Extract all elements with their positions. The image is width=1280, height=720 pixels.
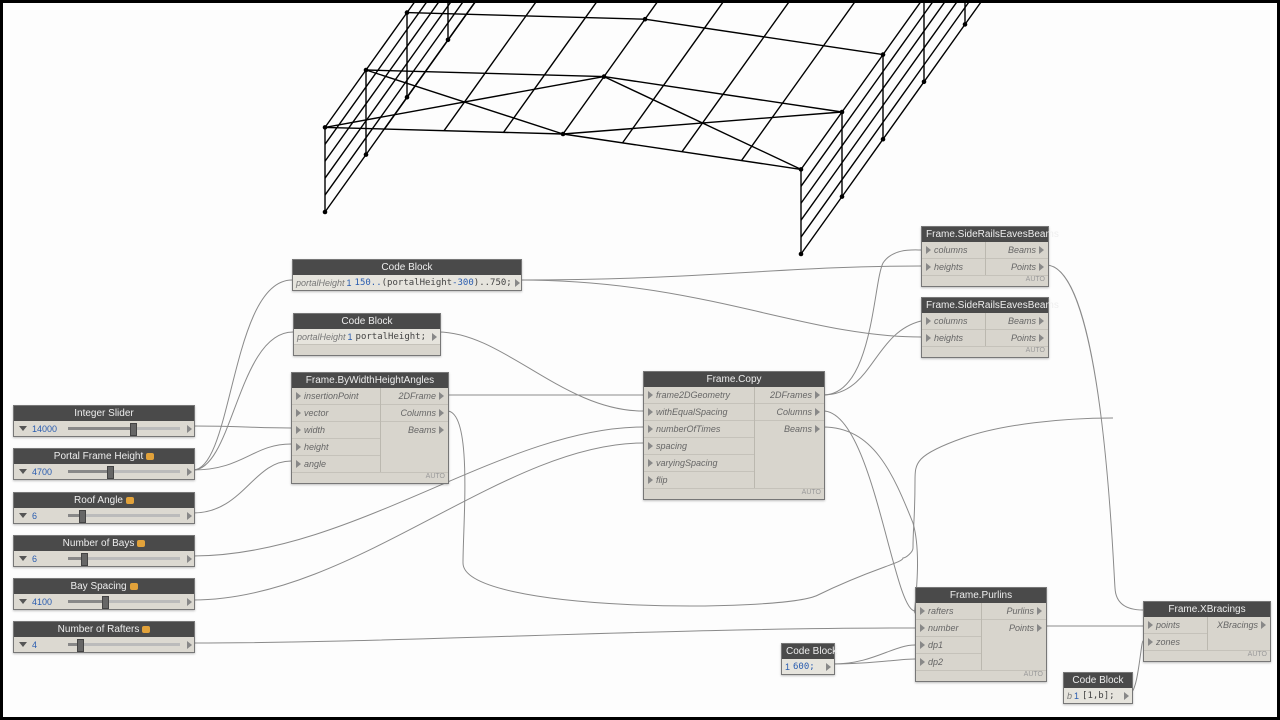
input-port[interactable]: rafters: [916, 603, 981, 619]
output-port[interactable]: Points: [986, 329, 1049, 346]
output-port[interactable]: 2DFrames: [755, 387, 824, 403]
node-frame-by-width-height-angles[interactable]: Frame.ByWidthHeightAngles insertionPoint…: [291, 372, 449, 484]
output-port[interactable]: XBracings: [1208, 617, 1271, 633]
slider-title: Portal Frame Height: [14, 449, 194, 464]
output-port[interactable]: [187, 555, 192, 563]
input-port[interactable]: zones: [1144, 633, 1207, 650]
output-port[interactable]: Columns: [755, 403, 824, 420]
slider-value: 14000: [30, 424, 64, 434]
input-port[interactable]: number: [916, 619, 981, 636]
slider-track[interactable]: [68, 427, 180, 430]
output-port[interactable]: Purlins: [982, 603, 1047, 619]
slider-number-of-rafters[interactable]: Number of Rafters 4: [13, 621, 195, 653]
input-port[interactable]: heights: [922, 258, 985, 275]
code-block-600[interactable]: Code Block 1600;: [781, 643, 835, 675]
slider-portal-frame-height[interactable]: Portal Frame Height 4700: [13, 448, 195, 480]
input-port[interactable]: dp2: [916, 653, 981, 670]
input-port[interactable]: withEqualSpacing: [644, 403, 754, 420]
input-port[interactable]: numberOfTimes: [644, 420, 754, 437]
slider-number-of-bays[interactable]: Number of Bays 6: [13, 535, 195, 567]
input-port[interactable]: varyingSpacing: [644, 454, 754, 471]
output-port[interactable]: Beams: [986, 313, 1049, 329]
input-port[interactable]: angle: [292, 455, 380, 472]
node-frame-siderails-2[interactable]: Frame.SideRailsEavesBeams columnsheights…: [921, 297, 1049, 358]
output-port[interactable]: [826, 663, 831, 671]
slider-bay-spacing[interactable]: Bay Spacing 4100: [13, 578, 195, 610]
output-port[interactable]: Beams: [755, 420, 824, 437]
input-port[interactable]: height: [292, 438, 380, 455]
slider-roof-angle[interactable]: Roof Angle 6: [13, 492, 195, 524]
chevron-down-icon[interactable]: [19, 426, 27, 431]
slider-title: Integer Slider: [14, 406, 194, 421]
input-port-label[interactable]: portalHeight: [297, 332, 348, 342]
node-frame-purlins[interactable]: Frame.Purlins rafters number dp1 dp2 Pur…: [915, 587, 1047, 682]
input-port-label[interactable]: portalHeight: [296, 278, 347, 288]
slider-integer[interactable]: Integer Slider 14000: [13, 405, 195, 437]
chevron-down-icon[interactable]: [19, 599, 27, 604]
output-port[interactable]: [187, 425, 192, 433]
input-port[interactable]: spacing: [644, 437, 754, 454]
chevron-down-icon[interactable]: [19, 513, 27, 518]
output-port[interactable]: Points: [986, 258, 1049, 275]
input-port[interactable]: flip: [644, 471, 754, 488]
output-port[interactable]: [515, 279, 520, 287]
input-port[interactable]: frame2DGeometry: [644, 387, 754, 403]
output-port[interactable]: [1124, 692, 1129, 700]
node-frame-xbracings[interactable]: Frame.XBracings pointszones XBracings AU…: [1143, 601, 1271, 662]
output-port[interactable]: [187, 598, 192, 606]
output-port[interactable]: Columns: [381, 404, 448, 421]
output-port[interactable]: 2DFrame: [381, 388, 448, 404]
code-block-portalheight[interactable]: Code Block portalHeight 1 portalHeight;: [293, 313, 441, 356]
output-port[interactable]: [432, 333, 437, 341]
output-port[interactable]: [187, 468, 192, 476]
chevron-down-icon[interactable]: [19, 556, 27, 561]
output-port[interactable]: Points: [982, 619, 1047, 636]
node-frame-copy[interactable]: Frame.Copy frame2DGeometry withEqualSpac…: [643, 371, 825, 500]
input-port[interactable]: insertionPoint: [292, 388, 380, 404]
chevron-down-icon[interactable]: [19, 642, 27, 647]
node-frame-siderails-1[interactable]: Frame.SideRailsEavesBeams columnsheights…: [921, 226, 1049, 287]
code-block-heights[interactable]: Code Block portalHeight 1 150..(portalHe…: [292, 259, 522, 291]
output-port[interactable]: [187, 512, 192, 520]
input-port-label[interactable]: b: [1067, 691, 1074, 701]
input-port[interactable]: heights: [922, 329, 985, 346]
input-port[interactable]: columns: [922, 313, 985, 329]
output-port[interactable]: Beams: [986, 242, 1049, 258]
chevron-down-icon[interactable]: [19, 469, 27, 474]
output-port[interactable]: Beams: [381, 421, 448, 438]
input-port[interactable]: width: [292, 421, 380, 438]
warning-badge: [146, 453, 154, 460]
input-port[interactable]: dp1: [916, 636, 981, 653]
input-port[interactable]: columns: [922, 242, 985, 258]
input-port[interactable]: points: [1144, 617, 1207, 633]
output-port[interactable]: [187, 641, 192, 649]
input-port[interactable]: vector: [292, 404, 380, 421]
code-block-zones[interactable]: Code Block b1[1,b];: [1063, 672, 1133, 704]
